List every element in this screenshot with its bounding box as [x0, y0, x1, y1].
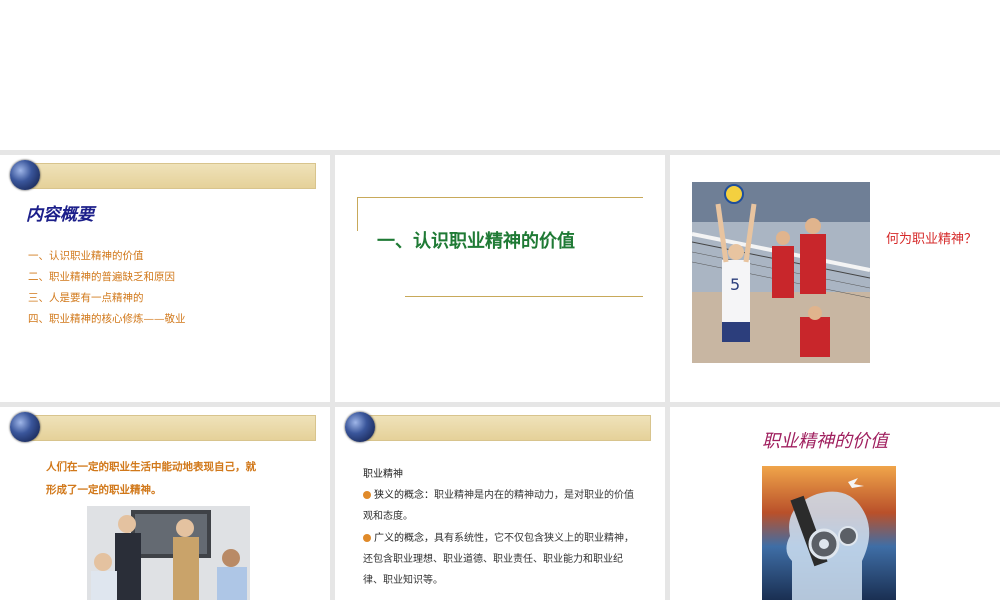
blank-area — [0, 0, 1000, 150]
toc-item: 三、人是要有一点精神的 — [28, 292, 144, 304]
slide-thumbnail-3[interactable]: 5 何为职业精神？ — [670, 155, 1000, 402]
slide-banner — [10, 160, 316, 190]
quote-line: 人们在一定的职业生活中能动地表现自己，就 — [46, 461, 256, 473]
slide-thumbnail-5[interactable]: 职业精神 狭义的概念：职业精神是内在的精神动力，是对职业的价值观和态度。 广义的… — [335, 407, 665, 600]
bullet-term: 狭义的概念： — [374, 490, 434, 501]
slide-thumbnail-grid: 内容概要 一、认识职业精神的价值 二、职业精神的普遍缺乏和原因 三、人是要有一点… — [0, 155, 1000, 600]
quote-line: 形成了一定的职业精神。 — [46, 484, 162, 496]
globe-icon — [10, 160, 40, 190]
surreal-head-image — [762, 466, 896, 600]
banner-bar — [363, 415, 651, 441]
bullet-point: 狭义的概念：职业精神是内在的精神动力，是对职业的价值观和态度。 — [363, 485, 635, 527]
slide-banner — [345, 412, 651, 442]
slide-title: 职业精神的价值 — [762, 431, 888, 452]
slide-thumbnail-6[interactable]: 职业精神的价值 — [670, 407, 1000, 600]
slide-banner — [10, 412, 316, 442]
banner-bar — [28, 163, 316, 189]
volleyball-photo: 5 — [692, 182, 870, 363]
jersey-number: 5 — [730, 275, 740, 294]
content-heading: 职业精神 — [363, 469, 403, 480]
toc-item: 一、认识职业精神的价值 — [28, 250, 144, 262]
quote-text: 人们在一定的职业生活中能动地表现自己，就 形成了一定的职业精神。 — [46, 456, 316, 502]
slide-thumbnail-1[interactable]: 内容概要 一、认识职业精神的价值 二、职业精神的普遍缺乏和原因 三、人是要有一点… — [0, 155, 330, 402]
business-meeting-photo — [87, 506, 250, 600]
banner-bar — [28, 415, 316, 441]
toc-item: 四、职业精神的核心修炼——敬业 — [28, 313, 186, 325]
question-text: 何为职业精神？ — [886, 232, 978, 247]
slide-thumbnail-4[interactable]: 人们在一定的职业生活中能动地表现自己，就 形成了一定的职业精神。 — [0, 407, 330, 600]
bullet-term: 广义的概念， — [374, 533, 434, 544]
bullet-point: 广义的概念，具有系统性，它不仅包含狭义上的职业精神，还包含职业理想、职业道德、职… — [363, 528, 635, 591]
volleyball-illustration: 5 — [692, 182, 870, 363]
globe-icon — [345, 412, 375, 442]
meeting-illustration — [87, 506, 250, 600]
decorative-line — [405, 296, 643, 297]
decorative-line — [357, 197, 643, 198]
slide-thumbnail-2[interactable]: 一、认识职业精神的价值 — [335, 155, 665, 402]
globe-icon — [10, 412, 40, 442]
toc-item: 二、职业精神的普遍缺乏和原因 — [28, 271, 175, 283]
head-illustration — [762, 466, 896, 600]
bullet-icon — [363, 534, 371, 542]
table-of-contents: 一、认识职业精神的价值 二、职业精神的普遍缺乏和原因 三、人是要有一点精神的 四… — [28, 246, 186, 330]
section-title: 一、认识职业精神的价值 — [377, 231, 575, 252]
bullet-icon — [363, 491, 371, 499]
decorative-line — [357, 197, 358, 231]
slide-title: 内容概要 — [26, 205, 94, 225]
